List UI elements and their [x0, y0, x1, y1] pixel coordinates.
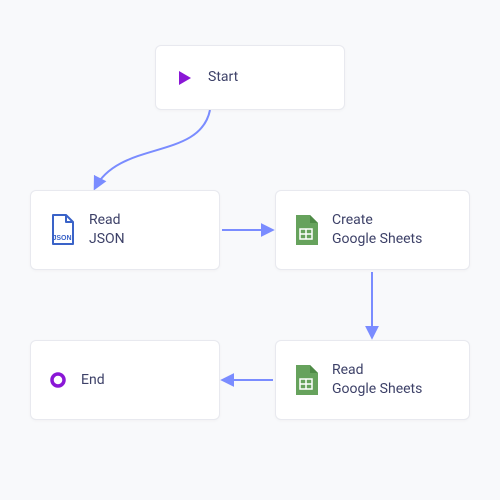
end-icon: [49, 371, 67, 389]
json-icon: JSON: [49, 214, 75, 246]
node-label: Start: [208, 68, 238, 87]
play-icon: [174, 68, 194, 88]
sheets-icon: [294, 215, 318, 245]
svg-text:JSON: JSON: [52, 235, 71, 242]
edge-start-to-json: [95, 110, 210, 188]
node-label: ReadJSON: [89, 211, 125, 249]
node-start[interactable]: Start: [155, 45, 345, 110]
node-create-sheets[interactable]: CreateGoogle Sheets: [275, 190, 470, 270]
node-read-sheets[interactable]: ReadGoogle Sheets: [275, 340, 470, 420]
node-label: CreateGoogle Sheets: [332, 211, 422, 249]
sheets-icon: [294, 365, 318, 395]
node-label: End: [81, 371, 105, 390]
node-end[interactable]: End: [30, 340, 220, 420]
node-label: ReadGoogle Sheets: [332, 361, 422, 399]
node-read-json[interactable]: JSON ReadJSON: [30, 190, 220, 270]
